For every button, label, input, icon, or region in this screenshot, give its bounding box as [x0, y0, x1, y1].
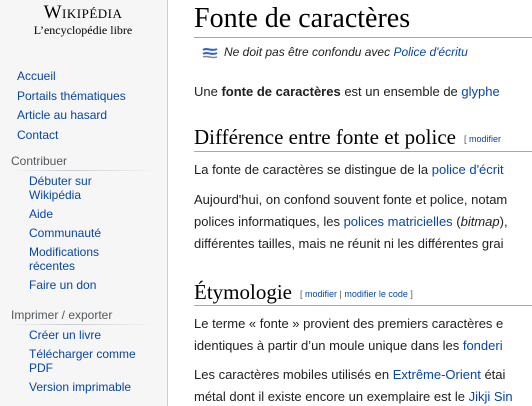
- paragraph-line: Aujourd'hui, on confond souvent fonte et…: [194, 192, 508, 207]
- hatnote-text: Ne doit pas être confondu avec: [224, 45, 394, 59]
- edit-section-link[interactable]: modifier: [469, 134, 501, 144]
- logo-subtitle: L’encyclopédie libre: [33, 23, 133, 37]
- logo-title: Wikipédia: [43, 2, 123, 23]
- paragraph-text: identiques à partir d’un moule unique da…: [194, 338, 463, 353]
- paragraph-text: (: [452, 214, 461, 229]
- paragraph-line: polices informatiques, les polices matri…: [194, 214, 508, 230]
- section-underline: [194, 151, 532, 152]
- intro-bold-term: fonte de caractères: [221, 84, 341, 99]
- section-edit-links: [ modifier | modifier le code ]: [300, 289, 413, 299]
- hatnote: Ne doit pas être confondu avec Police d'…: [202, 45, 468, 59]
- portal-heading-export: Imprimer / exporter: [11, 308, 113, 322]
- page-title: Fonte de caractères: [194, 3, 411, 34]
- title-underline: [194, 37, 532, 38]
- portal-divider: [11, 324, 156, 325]
- intro-link-glyphe[interactable]: glyphe: [461, 84, 499, 99]
- section-title: Étymologie: [194, 280, 292, 304]
- portal-link-getting-started[interactable]: Débuter sur Wikipédia: [29, 174, 119, 202]
- intro-paragraph: Une fonte de caractères est un ensemble …: [194, 84, 500, 100]
- italic-term: bitmap: [460, 214, 500, 229]
- intro-text: Une: [194, 84, 222, 99]
- section-underline: [194, 305, 532, 306]
- portal-link-create-book[interactable]: Créer un livre: [29, 328, 149, 342]
- edit-source-link[interactable]: modifier le code: [344, 289, 408, 299]
- link-extreme-orient[interactable]: Extrême-Orient: [393, 367, 481, 382]
- sidebar: Wikipédia L’encyclopédie libre Accueil P…: [0, 0, 167, 406]
- edit-bracket: ]: [407, 289, 413, 300]
- nav-contact-link[interactable]: Contact: [17, 126, 126, 146]
- portal-contribute: Débuter sur Wikipédia Aide Communauté Mo…: [29, 174, 119, 297]
- link-fonderie[interactable]: fonderi: [463, 338, 503, 353]
- paragraph-line: métal dont il existe encore un exemplair…: [194, 389, 513, 405]
- portal-divider: [11, 170, 156, 171]
- paragraph-text: étai: [480, 367, 506, 382]
- portal-export: Créer un livre Télécharger comme PDF Ver…: [29, 328, 149, 399]
- portal-link-printable[interactable]: Version imprimable: [29, 380, 149, 394]
- paragraph-text: La fonte de caractères se distingue de l…: [194, 162, 432, 177]
- section-title: Différence entre fonte et police: [194, 125, 456, 149]
- main-navigation: Accueil Portails thématiques Article au …: [17, 67, 126, 146]
- intro-text-continued: est un ensemble de: [340, 84, 462, 99]
- link-polices-matricielles[interactable]: polices matricielles: [344, 214, 453, 229]
- wikipedia-logo[interactable]: Wikipédia L’encyclopédie libre: [14, 2, 152, 38]
- section-heading-etymology: Étymologie [ modifier | modifier le code …: [194, 280, 413, 305]
- section-edit-links: [ modifier: [464, 134, 501, 144]
- portal-link-community[interactable]: Communauté: [29, 226, 119, 240]
- paragraph-line: différentes tailles, mais ne réunit ni l…: [194, 236, 504, 251]
- nav-random-article-link[interactable]: Article au hasard: [17, 106, 126, 126]
- paragraph-line: Les caractères mobiles utilisés en Extrê…: [194, 367, 505, 383]
- portal-link-help[interactable]: Aide: [29, 207, 119, 221]
- portal-link-recent-changes[interactable]: Modifications récentes: [29, 245, 119, 273]
- paragraph-text: ),: [499, 214, 508, 229]
- paragraph-text: Les caractères mobiles utilisés en: [194, 367, 393, 382]
- paragraph-line: identiques à partir d’un moule unique da…: [194, 338, 503, 354]
- link-jikji[interactable]: Jikji Sin: [469, 389, 513, 404]
- article-content: Fonte de caractères Ne doit pas être con…: [167, 0, 532, 406]
- paragraph-text: polices informatiques, les: [194, 214, 344, 229]
- hatnote-link[interactable]: Police d'écritu: [393, 45, 467, 59]
- paragraph-line: Le terme « fonte » provient des premiers…: [194, 316, 504, 331]
- paragraph-text: métal dont il existe encore un exemplair…: [194, 389, 469, 404]
- nav-home-link[interactable]: Accueil: [17, 67, 126, 87]
- paragraph: La fonte de caractères se distingue de l…: [194, 162, 504, 178]
- section-heading-difference: Différence entre fonte et police [ modifi…: [194, 125, 501, 150]
- portal-heading-contribute: Contribuer: [11, 154, 68, 168]
- link-police-ecriture[interactable]: police d'écrit: [432, 162, 504, 177]
- nav-portals-link[interactable]: Portails thématiques: [17, 87, 126, 107]
- edit-section-link[interactable]: modifier: [305, 289, 337, 299]
- portal-link-download-pdf[interactable]: Télécharger comme PDF: [29, 347, 149, 375]
- portal-link-donate[interactable]: Faire un don: [29, 278, 119, 292]
- disambiguation-icon: [202, 48, 218, 59]
